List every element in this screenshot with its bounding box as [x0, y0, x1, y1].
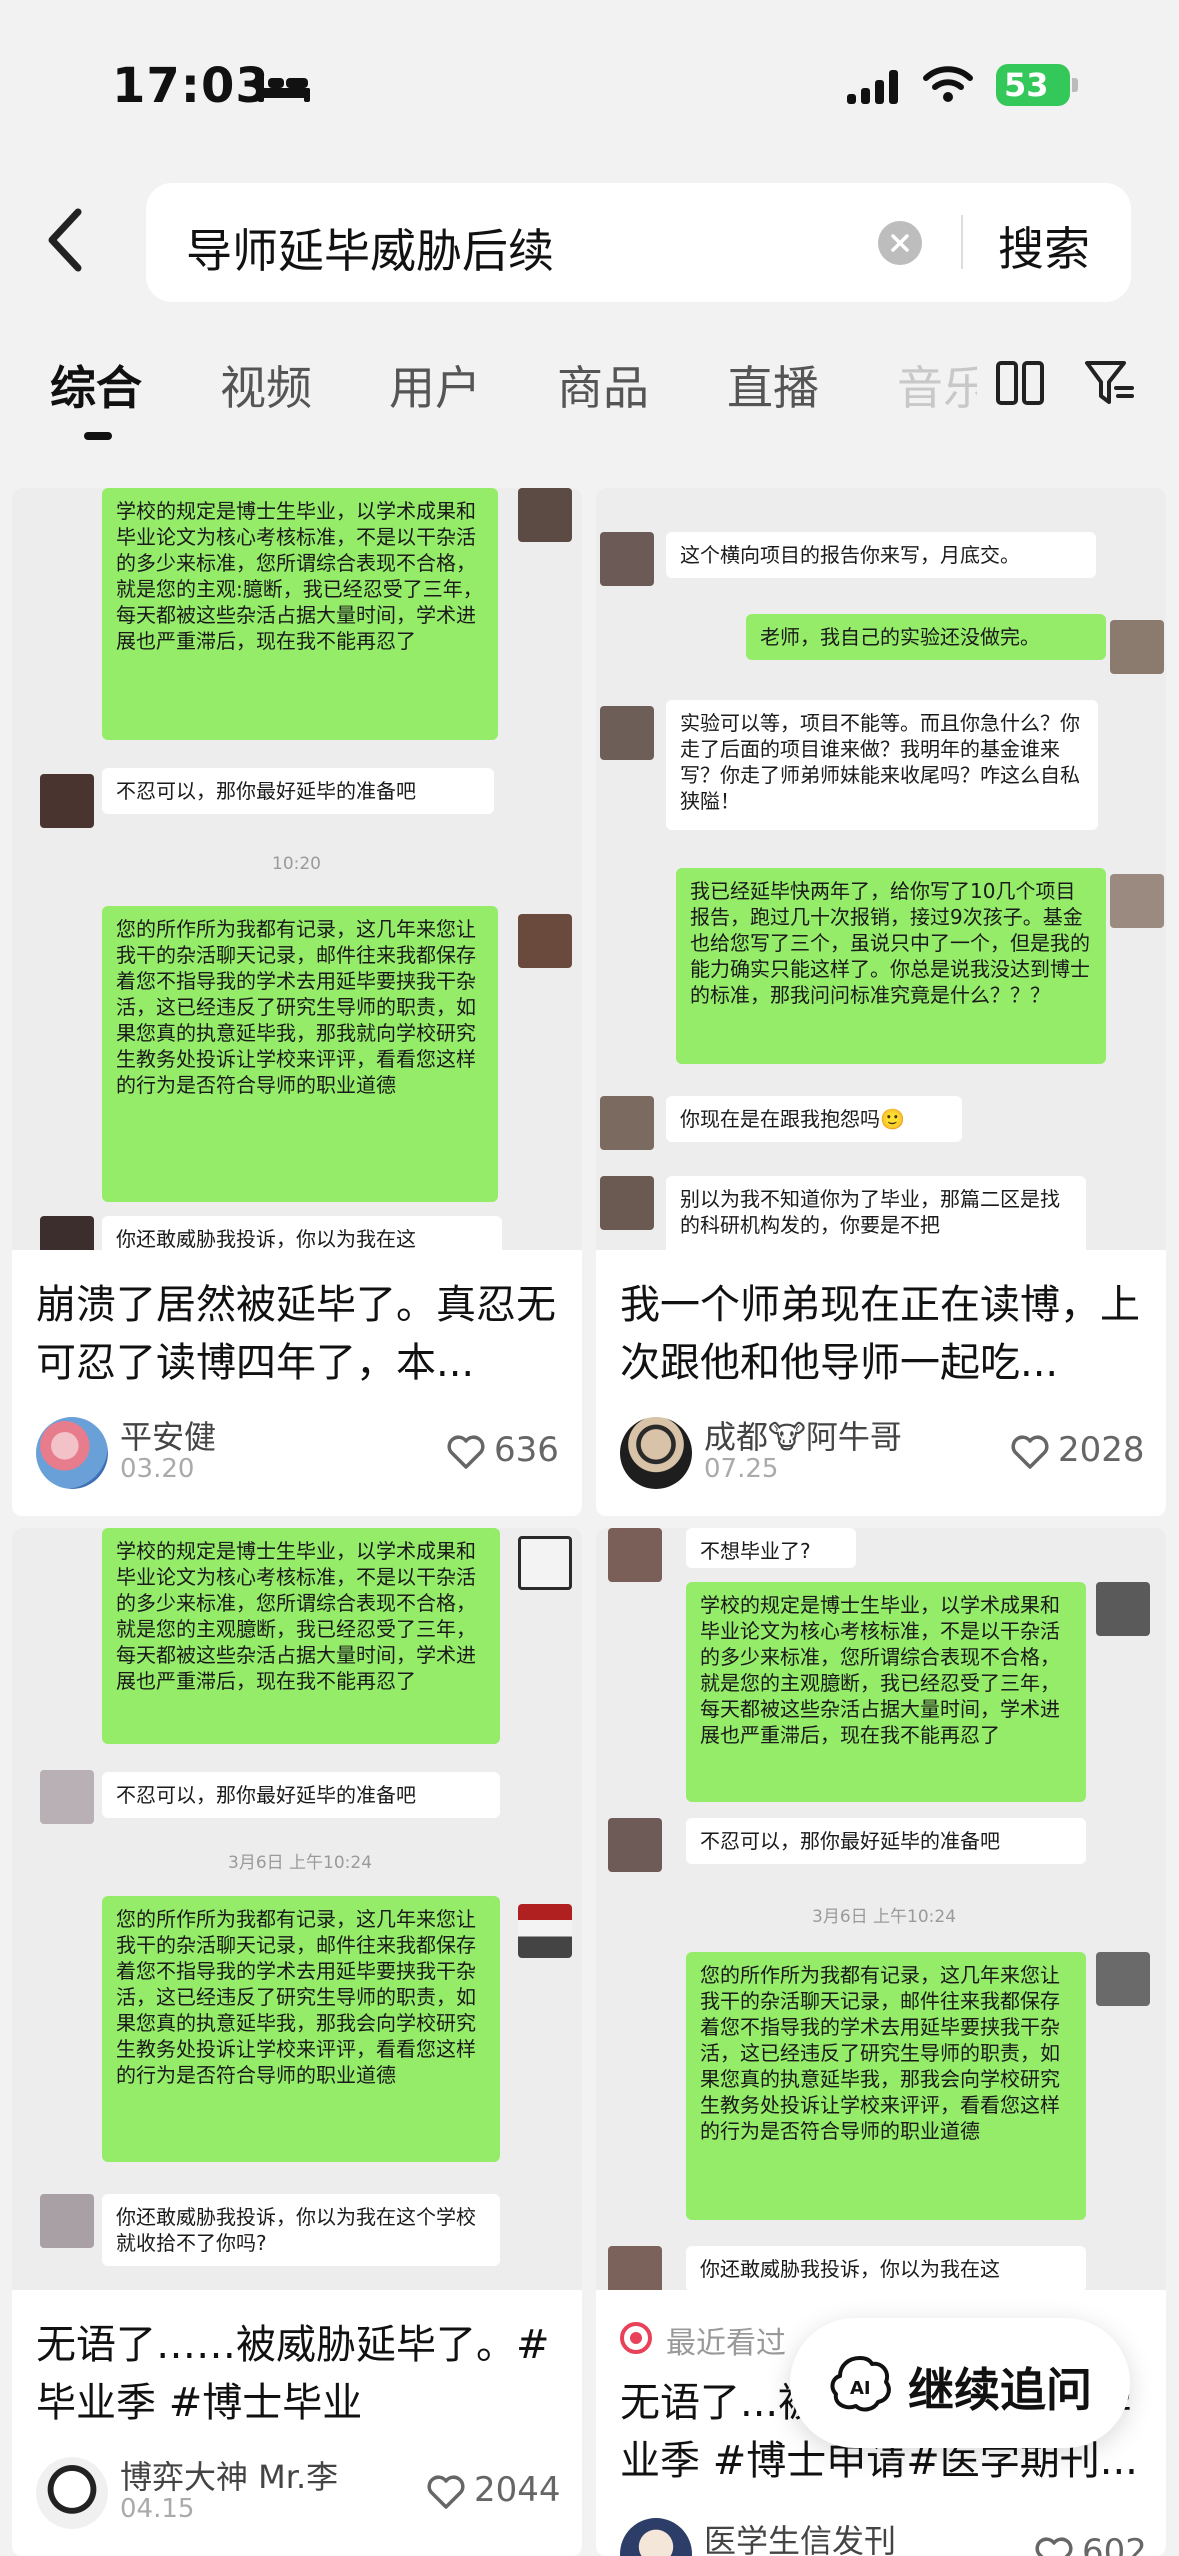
- chat-bubble-received: 不想毕业了?: [686, 1528, 856, 1568]
- author-name[interactable]: 博弈大神 Mr.李: [120, 2452, 338, 2498]
- chat-bubble-received: 你现在是在跟我抱怨吗🙂: [666, 1096, 962, 1142]
- chat-avatar: [1110, 874, 1164, 928]
- tab-live[interactable]: 直播: [727, 352, 819, 418]
- recently-viewed-label: 最近看过: [666, 2326, 786, 2361]
- heart-icon[interactable]: [446, 1434, 486, 1470]
- note-card[interactable]: 这个横向项目的报告你来写，月底交。 老师，我自己的实验还没做完。 实验可以等，项…: [596, 488, 1166, 1516]
- chat-screenshot: 不想毕业了? 学校的规定是博士生毕业，以学术成果和毕业论文为核心考核标准，不是以…: [596, 1528, 1166, 2290]
- like-count: 2028: [1058, 1430, 1145, 1470]
- author-name[interactable]: 平安健: [120, 1412, 216, 1458]
- heart-icon[interactable]: [1010, 1434, 1050, 1470]
- note-title: 无语了……被威胁延毕了。#毕业季 #博士毕业: [36, 2322, 550, 2426]
- chat-bubble-sent: 老师，我自己的实验还没做完。: [746, 614, 1106, 660]
- post-date: 03.20: [120, 1454, 195, 1484]
- heart-icon[interactable]: [426, 2474, 466, 2510]
- chat-bubble-received: 不忍可以，那你最好延毕的准备吧: [102, 768, 494, 814]
- chat-avatar: [40, 1216, 94, 1250]
- author-avatar[interactable]: [36, 1417, 108, 1489]
- chat-bubble-received: 别以为我不知道你为了毕业，那篇二区是找的科研机构发的，你要是不把: [666, 1176, 1086, 1250]
- search-button[interactable]: 搜索: [998, 213, 1090, 279]
- svg-text:AI: AI: [850, 2378, 871, 2399]
- cellular-signal-icon: [847, 70, 898, 104]
- chat-avatar: [608, 1528, 662, 1582]
- author-name[interactable]: 成都🐮阿牛哥: [704, 1412, 902, 1458]
- author-name[interactable]: 医学生信发刊: [704, 2516, 896, 2556]
- chat-timestamp: 3月6日 上午10:24: [228, 1853, 373, 1873]
- chat-avatar: [40, 1770, 94, 1824]
- chat-avatar: [600, 1096, 654, 1150]
- search-bar[interactable]: 导师延毕威胁后续 搜索: [146, 183, 1131, 302]
- chat-screenshot: 学校的规定是博士生毕业，以学术成果和毕业论文为核心考核标准，不是以干杂活的多少来…: [12, 1528, 582, 2290]
- chat-bubble-received: 实验可以等，项目不能等。而且你急什么？你走了后面的项目谁来做？我明年的基金谁来写…: [666, 700, 1098, 830]
- chat-avatar: [608, 2246, 662, 2290]
- battery-level: 53: [1004, 66, 1049, 104]
- post-date: 04.15: [120, 2494, 195, 2524]
- chat-timestamp: 10:20: [272, 854, 321, 874]
- tab-video[interactable]: 视频: [220, 352, 312, 418]
- chat-screenshot: 这个横向项目的报告你来写，月底交。 老师，我自己的实验还没做完。 实验可以等，项…: [596, 488, 1166, 1250]
- chat-bubble-received: 你还敢威胁我投诉，你以为我在这: [102, 1216, 502, 1250]
- chat-bubble-sent: 您的所作所为我都有记录，这几年来您让我干的杂活聊天记录，邮件往来我都保存着您不指…: [102, 906, 498, 1202]
- status-time: 17:03: [112, 58, 270, 114]
- author-avatar[interactable]: [620, 1417, 692, 1489]
- battery-indicator: 53: [996, 64, 1078, 106]
- chat-avatar: [518, 488, 572, 542]
- wifi-icon: [923, 66, 973, 102]
- continue-ask-label: 继续追问: [908, 2363, 1092, 2417]
- author-avatar[interactable]: [620, 2518, 692, 2556]
- chat-avatar: [1110, 620, 1164, 674]
- clear-icon[interactable]: [878, 221, 922, 265]
- note-title: 我一个师弟现在正在读博，上次跟他和他导师一起吃...: [620, 1282, 1140, 1386]
- chat-bubble-sent: 您的所作所为我都有记录，这几年来您让我干的杂活聊天记录，邮件往来我都保存着您不指…: [686, 1952, 1086, 2220]
- like-count: 2044: [474, 2470, 561, 2510]
- chat-bubble-sent: 您的所作所为我都有记录，这几年来您让我干的杂活聊天记录，邮件往来我都保存着您不指…: [102, 1896, 500, 2162]
- like-count: 636: [494, 1430, 559, 1470]
- chat-bubble-received: 这个横向项目的报告你来写，月底交。: [666, 532, 1096, 578]
- chat-avatar: [518, 1904, 572, 1958]
- chat-timestamp: 3月6日 上午10:24: [812, 1907, 957, 1927]
- chat-avatar: [1096, 1952, 1150, 2006]
- chat-bubble-received: 不忍可以，那你最好延毕的准备吧: [686, 1818, 1086, 1864]
- heart-icon[interactable]: [1034, 2536, 1074, 2556]
- back-arrow-icon[interactable]: [40, 200, 90, 280]
- post-date: 07.25: [704, 1454, 779, 1484]
- category-tabs: 综合 视频 用户 商品 直播 音乐: [0, 340, 1179, 450]
- like-count: 602: [1082, 2532, 1147, 2556]
- continue-ask-button[interactable]: AI 继续追问: [790, 2318, 1130, 2448]
- tab-products[interactable]: 商品: [557, 352, 649, 418]
- chat-avatar: [1096, 1582, 1150, 1636]
- status-bar: 17:03 53: [0, 0, 1179, 170]
- tab-comprehensive[interactable]: 综合: [50, 352, 142, 418]
- author-avatar[interactable]: [36, 2457, 108, 2529]
- chat-avatar: [600, 532, 654, 586]
- chat-avatar: [608, 1818, 662, 1872]
- chat-avatar: [518, 1536, 572, 1590]
- chat-avatar: [518, 914, 572, 968]
- chat-bubble-sent: 学校的规定是博士生毕业，以学术成果和毕业论文为核心考核标准，不是以干杂活的多少来…: [102, 488, 498, 740]
- tab-users[interactable]: 用户: [389, 352, 481, 418]
- layout-toggle-icon[interactable]: [995, 360, 1045, 406]
- chat-bubble-sent: 我已经延毕快两年了，给你写了10几个项目报告，跑过几十次报销，接过9次孩子。基金…: [676, 868, 1106, 1064]
- chat-avatar: [40, 774, 94, 828]
- sleep-focus-icon: [258, 74, 310, 102]
- ai-assistant-icon: AI: [830, 2356, 891, 2412]
- filter-icon[interactable]: [1084, 358, 1134, 408]
- recently-viewed-icon: [620, 2322, 652, 2354]
- note-title: 崩溃了居然被延毕了。真忍无可忍了读博四年了，本...: [36, 1282, 556, 1386]
- chat-bubble-sent: 学校的规定是博士生毕业，以学术成果和毕业论文为核心考核标准，不是以干杂活的多少来…: [686, 1582, 1086, 1802]
- note-card[interactable]: 学校的规定是博士生毕业，以学术成果和毕业论文为核心考核标准，不是以干杂活的多少来…: [12, 1528, 582, 2556]
- chat-screenshot: 学校的规定是博士生毕业，以学术成果和毕业论文为核心考核标准，不是以干杂活的多少来…: [12, 488, 582, 1250]
- chat-bubble-sent: 学校的规定是博士生毕业，以学术成果和毕业论文为核心考核标准，不是以干杂活的多少来…: [102, 1528, 500, 1744]
- note-card[interactable]: 学校的规定是博士生毕业，以学术成果和毕业论文为核心考核标准，不是以干杂活的多少来…: [12, 488, 582, 1516]
- search-divider: [961, 215, 963, 269]
- search-input[interactable]: 导师延毕威胁后续: [186, 215, 554, 281]
- chat-avatar: [600, 1176, 654, 1230]
- tab-music[interactable]: 音乐: [897, 352, 977, 418]
- chat-bubble-received: 你还敢威胁我投诉，你以为我在这个学校就收拾不了你吗?: [102, 2194, 500, 2266]
- active-tab-indicator: [84, 432, 112, 440]
- chat-bubble-received: 你还敢威胁我投诉，你以为我在这: [686, 2246, 1086, 2290]
- chat-avatar: [600, 706, 654, 760]
- chat-bubble-received: 不忍可以，那你最好延毕的准备吧: [102, 1772, 500, 1818]
- chat-avatar: [40, 2194, 94, 2248]
